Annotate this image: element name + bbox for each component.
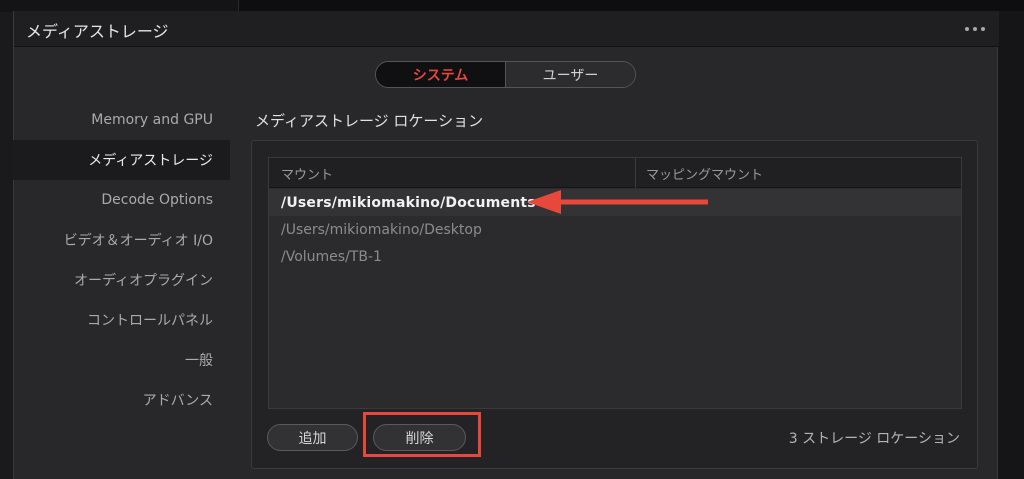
mount-path-cell: /Users/mikiomakino/Documents	[281, 194, 536, 211]
table-header: マウント マッピングマウント	[269, 158, 961, 188]
mount-path-cell: /Users/mikiomakino/Desktop	[281, 221, 482, 238]
add-location-button[interactable]: 追加	[267, 424, 358, 451]
tab-system[interactable]: システム	[376, 62, 506, 87]
window-title: メディアストレージ	[26, 22, 169, 41]
dot-icon	[981, 27, 985, 31]
section-title: メディアストレージ ロケーション	[255, 112, 484, 130]
mount-path-cell: /Volumes/TB-1	[281, 248, 382, 265]
sidebar-item-general[interactable]: 一般	[13, 340, 230, 380]
annotation-arrow-icon	[527, 190, 708, 214]
sidebar-item-control-panels[interactable]: コントロールパネル	[13, 300, 230, 340]
sidebar-item-memory-gpu[interactable]: Memory and GPU	[13, 100, 230, 140]
location-count-label: 3 ストレージ ロケーション	[788, 431, 960, 447]
table-row[interactable]: /Volumes/TB-1	[269, 243, 961, 270]
more-options-button[interactable]	[959, 18, 991, 40]
sidebar-item-media-storage[interactable]: メディアストレージ	[13, 140, 230, 180]
window-titlebar: メディアストレージ	[14, 11, 999, 47]
scope-segmented-control: システム ユーザー	[375, 61, 636, 88]
tab-user[interactable]: ユーザー	[506, 62, 635, 87]
table-row[interactable]: /Users/mikiomakino/Desktop	[269, 216, 961, 243]
background-edge	[998, 11, 1024, 479]
dot-icon	[965, 27, 969, 31]
sidebar-item-video-audio-io[interactable]: ビデオ＆オーディオ I/O	[13, 220, 230, 260]
sidebar-item-audio-plugins[interactable]: オーディオプラグイン	[13, 260, 230, 300]
annotation-highlight-box	[363, 412, 481, 457]
column-header-mount[interactable]: マウント	[281, 158, 333, 188]
sidebar-item-advanced[interactable]: アドバンス	[13, 380, 230, 420]
column-header-mapped-mount[interactable]: マッピングマウント	[635, 158, 763, 188]
sidebar-item-decode-options[interactable]: Decode Options	[13, 180, 230, 220]
dot-icon	[973, 27, 977, 31]
preferences-sidebar: Memory and GPU メディアストレージ Decode Options …	[13, 100, 230, 420]
